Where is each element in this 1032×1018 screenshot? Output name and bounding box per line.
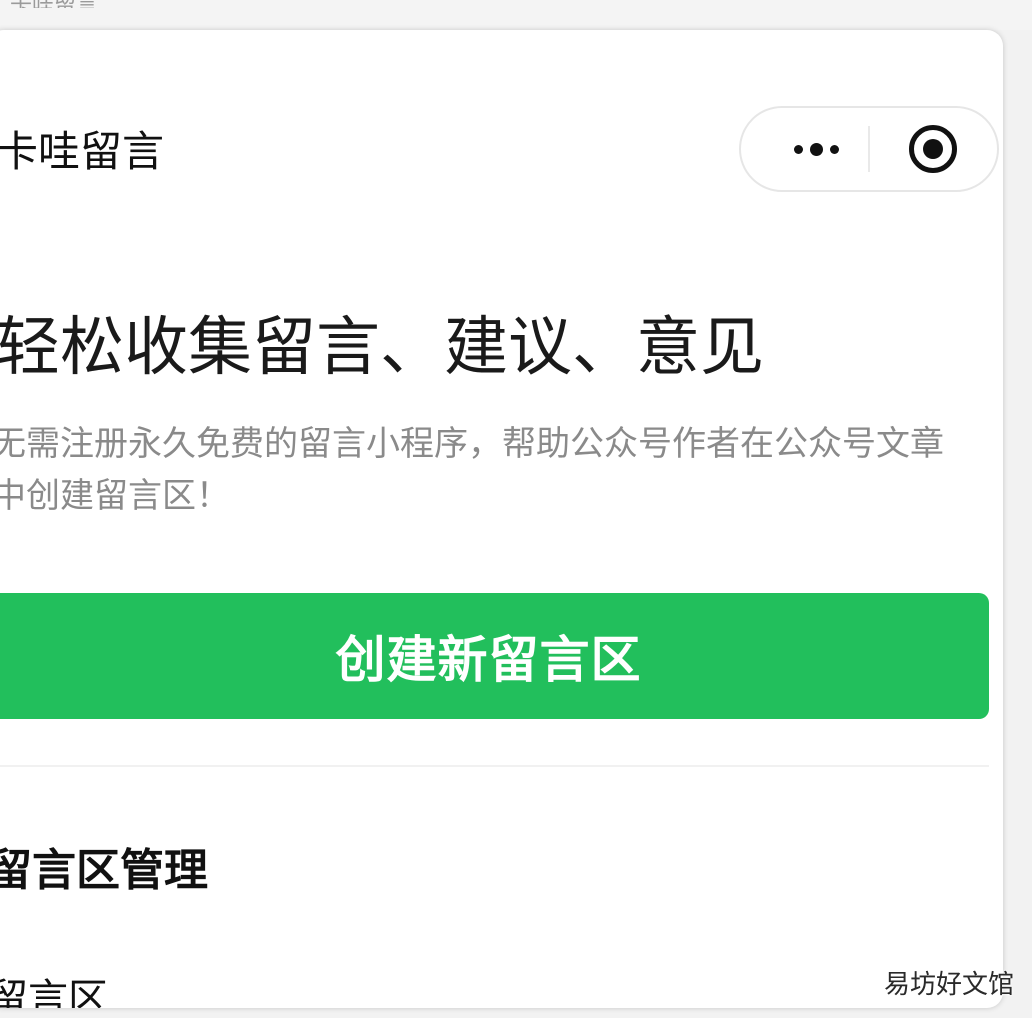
description-line-1: 无需注册永久免费的留言小程序，帮助公众号作者在公众号文章 (0, 424, 944, 464)
description-line-2: 中创建留言区！ (0, 476, 230, 516)
section-divider (0, 765, 989, 767)
dot-icon (829, 144, 839, 154)
top-background-strip: 卡哇留言 (0, 0, 1032, 30)
target-close-icon[interactable] (909, 125, 957, 173)
capsule-divider (868, 126, 870, 172)
hero-headline: 轻松收集留言、建议、意见 (0, 311, 764, 385)
watermark-text: 易坊好文馆 (884, 970, 1015, 1000)
app-title: 卡哇留言 (0, 127, 165, 176)
miniprogram-page: 卡哇留言 轻松收集留言、建议、意见 无需注册永久免费的留言小程序，帮助公众号作者… (0, 30, 1003, 1008)
dot-icon (793, 144, 803, 154)
create-message-area-button[interactable]: 创建新留言区 (0, 593, 989, 719)
top-cropped-text: 卡哇留言 (10, 0, 170, 8)
more-dots-icon[interactable] (771, 108, 861, 190)
dot-icon (809, 142, 823, 156)
menu-capsule (739, 106, 999, 192)
management-section-title: 留言区管理 (0, 845, 208, 896)
hero-description: 无需注册永久免费的留言小程序，帮助公众号作者在公众号文章 中创建留言区！ (0, 418, 988, 522)
list-item-message-area[interactable]: 留言区 (0, 974, 108, 1008)
